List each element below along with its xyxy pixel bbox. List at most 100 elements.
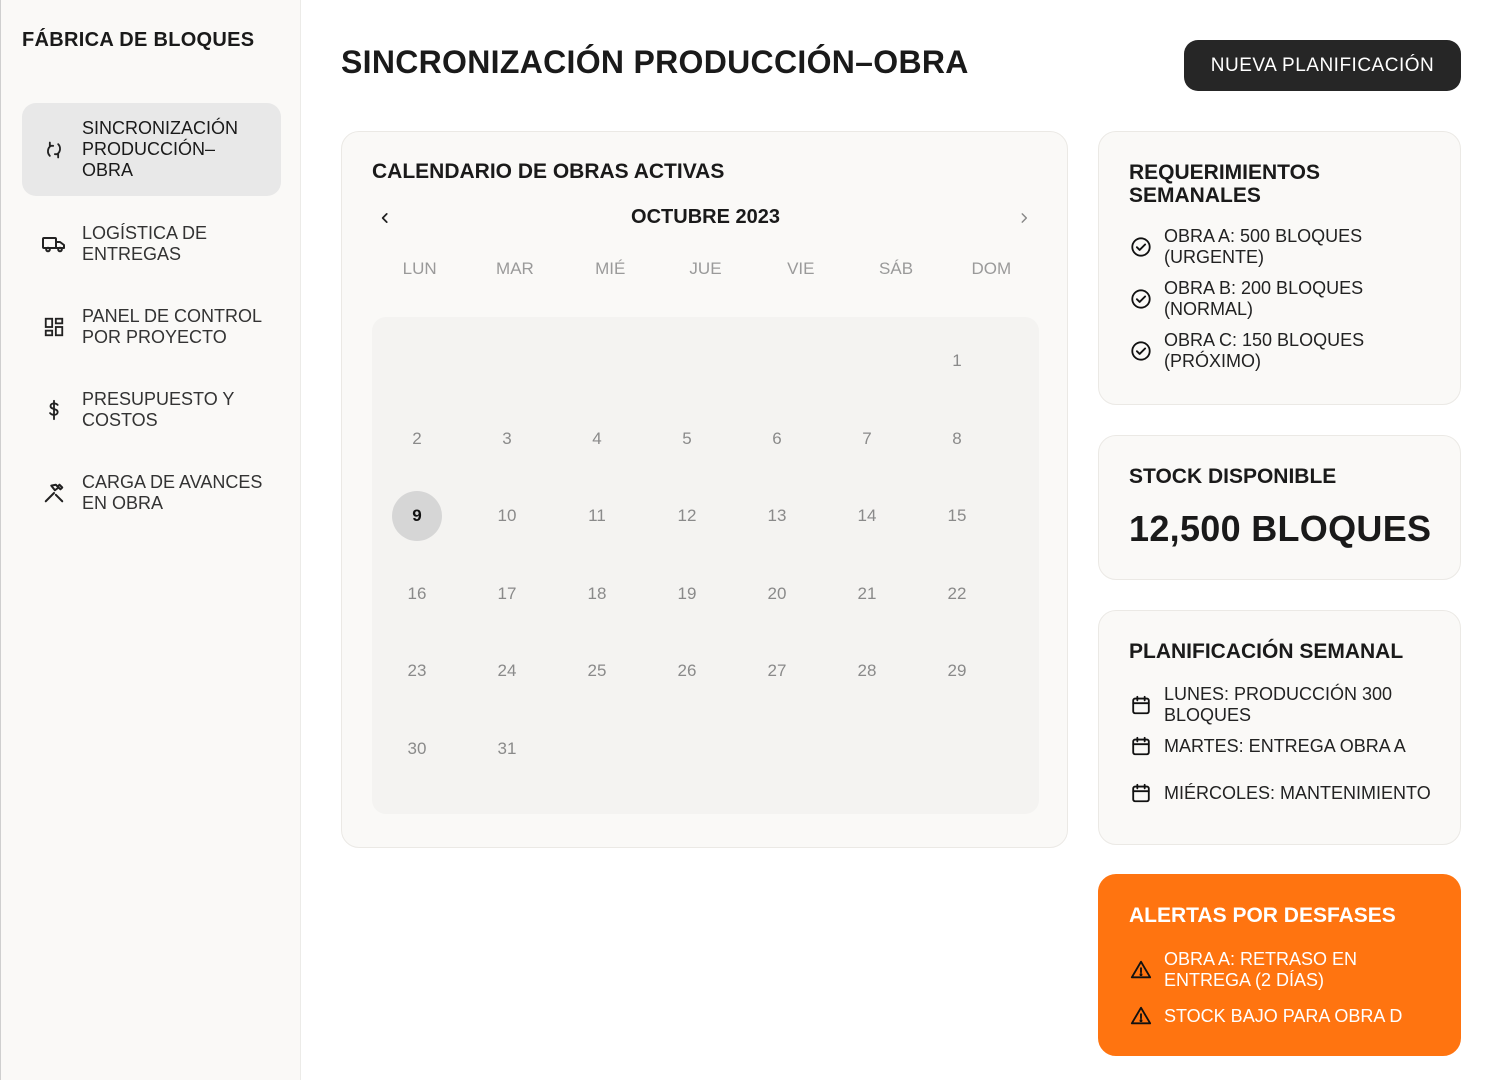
stock-title: STOCK DISPONIBLE	[1129, 465, 1337, 488]
requirements-card: REQUERIMIENTOS SEMANALES OBRA A: 500 BLO…	[1098, 131, 1461, 405]
page-title: SINCRONIZACIÓN PRODUCCIÓN–OBRA	[341, 44, 969, 80]
alert-text: STOCK BAJO PARA OBRA D	[1164, 1005, 1403, 1026]
weekday-label: DOM	[971, 259, 1012, 278]
calendar-day[interactable]: 20	[752, 569, 802, 619]
calendar-day[interactable]: 12	[662, 491, 712, 541]
calendar-day[interactable]: 5	[662, 414, 712, 464]
calendar-icon	[1129, 693, 1153, 717]
calendar-day[interactable]: 21	[842, 569, 892, 619]
requirement-text: OBRA B: 200 BLOQUES (NORMAL)	[1164, 278, 1364, 319]
calendar-day[interactable]: 1	[932, 336, 982, 386]
calendar-day[interactable]: 18	[572, 569, 622, 619]
chevron-right-icon	[1021, 213, 1028, 223]
calendar-day[interactable]: 29	[932, 646, 982, 696]
calendar-day[interactable]: 26	[662, 646, 712, 696]
planning-title: PLANIFICACIÓN SEMANAL	[1129, 640, 1404, 663]
calendar-day[interactable]: 31	[482, 724, 532, 774]
warning-icon	[1129, 1004, 1153, 1028]
requirements-title: REQUERIMIENTOS SEMANALES	[1129, 161, 1320, 207]
calendar-icon	[1129, 734, 1153, 758]
sidebar: FÁBRICA DE BLOQUES SINCRONIZACIÓN PRODUC…	[0, 0, 301, 1080]
sync-icon	[42, 138, 66, 162]
calendar-day[interactable]: 2	[392, 414, 442, 464]
check-circle-icon	[1129, 235, 1153, 259]
alert-text: OBRA A: RETRASO EN ENTREGA (2 DÍAS)	[1164, 949, 1358, 990]
planning-text: LUNES: PRODUCCIÓN 300 BLOQUES	[1164, 684, 1393, 725]
list-item: MARTES: ENTREGA OBRA A	[1129, 731, 1439, 761]
dollar-icon	[42, 398, 66, 422]
list-item: MIÉRCOLES: MANTENIMIENTO	[1129, 771, 1439, 815]
new-planning-button[interactable]: NUEVA PLANIFICACIÓN	[1184, 40, 1461, 91]
sidebar-item-label: PRESUPUESTO Y COSTOS	[82, 389, 235, 430]
weekday-header: LUN MAR MIÉ JUE VIE SÁB DOM	[372, 259, 1039, 279]
sidebar-item-label: PANEL DE CONTROL POR PROYECTO	[82, 306, 262, 347]
list-item: OBRA C: 150 BLOQUES (PRÓXIMO)	[1129, 330, 1439, 372]
weekday-label: VIE	[787, 259, 815, 278]
calendar-day[interactable]: 16	[392, 569, 442, 619]
calendar-day[interactable]: 25	[572, 646, 622, 696]
truck-icon	[42, 232, 66, 256]
month-label: OCTUBRE 2023	[631, 206, 780, 228]
sidebar-item-logistica[interactable]: LOGÍSTICA DE ENTREGAS	[22, 209, 281, 279]
calendar-title: CALENDARIO DE OBRAS ACTIVAS	[372, 160, 725, 183]
calendar-day[interactable]: 23	[392, 646, 442, 696]
planning-list: LUNES: PRODUCCIÓN 300 BLOQUES MARTES: EN…	[1129, 683, 1439, 815]
calendar-days-grid: 1 2 3 4 5 6 7 8 9 10 11 12 13 14 15 16 17 18 19 20 21 22 23 24 2…	[372, 317, 1039, 814]
calendar-day[interactable]: 6	[752, 414, 802, 464]
check-circle-icon	[1129, 339, 1153, 363]
calendar-day[interactable]: 14	[842, 491, 892, 541]
sidebar-item-label: SINCRONIZACIÓN PRODUCCIÓN–OBRA	[82, 118, 239, 180]
calendar-day[interactable]: 30	[392, 724, 442, 774]
calendar-day[interactable]: 28	[842, 646, 892, 696]
sidebar-item-presupuesto[interactable]: PRESUPUESTO Y COSTOS	[22, 375, 281, 445]
calendar-day[interactable]: 3	[482, 414, 532, 464]
calendar-day[interactable]: 11	[572, 491, 622, 541]
sidebar-item-carga[interactable]: CARGA DE AVANCES EN OBRA	[22, 458, 281, 528]
alerts-card: ALERTAS POR DESFASES OBRA A: RETRASO EN …	[1098, 874, 1461, 1056]
calendar-day[interactable]: 4	[572, 414, 622, 464]
stock-card: STOCK DISPONIBLE 12,500 BLOQUES	[1098, 435, 1461, 580]
calendar-day[interactable]: 15	[932, 491, 982, 541]
list-item: OBRA A: 500 BLOQUES (URGENTE)	[1129, 226, 1439, 268]
weekday-label: MAR	[496, 259, 534, 278]
calendar-day[interactable]: 27	[752, 646, 802, 696]
calendar-day[interactable]: 19	[662, 569, 712, 619]
calendar-day[interactable]: 13	[752, 491, 802, 541]
planning-text: MARTES: ENTREGA OBRA A	[1164, 735, 1406, 756]
calendar-card: CALENDARIO DE OBRAS ACTIVAS OCTUBRE 2023…	[341, 131, 1068, 848]
list-item: LUNES: PRODUCCIÓN 300 BLOQUES	[1129, 683, 1439, 727]
tools-icon	[42, 481, 66, 505]
requirements-list: OBRA A: 500 BLOQUES (URGENTE) OBRA B: 20…	[1129, 226, 1439, 372]
weekday-label: JUE	[689, 259, 722, 278]
calendar-day[interactable]: 24	[482, 646, 532, 696]
weekday-label: SÁB	[879, 259, 914, 278]
alerts-title: ALERTAS POR DESFASES	[1129, 904, 1396, 927]
sidebar-item-sincronizacion[interactable]: SINCRONIZACIÓN PRODUCCIÓN–OBRA	[22, 103, 281, 196]
weekday-label: MIÉ	[595, 259, 626, 278]
next-month-button[interactable]	[1012, 206, 1036, 230]
list-item: STOCK BAJO PARA OBRA D	[1129, 1001, 1439, 1031]
calendar-day[interactable]: 22	[932, 569, 982, 619]
alerts-list: OBRA A: RETRASO EN ENTREGA (2 DÍAS) STOC…	[1129, 949, 1439, 1031]
list-item: OBRA A: RETRASO EN ENTREGA (2 DÍAS)	[1129, 949, 1439, 991]
sidebar-nav: SINCRONIZACIÓN PRODUCCIÓN–OBRA LOGÍSTICA…	[22, 103, 281, 541]
calendar-icon	[1129, 781, 1153, 805]
requirement-text: OBRA C: 150 BLOQUES (PRÓXIMO)	[1164, 330, 1365, 371]
list-item: OBRA B: 200 BLOQUES (NORMAL)	[1129, 278, 1439, 320]
warning-icon	[1129, 958, 1153, 982]
sidebar-item-label: CARGA DE AVANCES EN OBRA	[82, 472, 263, 513]
calendar-day[interactable]: 10	[482, 491, 532, 541]
calendar-day[interactable]: 17	[482, 569, 532, 619]
brand-title: FÁBRICA DE BLOQUES	[22, 29, 255, 51]
stock-value: 12,500 BLOQUES	[1129, 508, 1432, 549]
calendar-day-selected[interactable]: 9	[392, 491, 442, 541]
planning-text: MIÉRCOLES: MANTENIMIENTO	[1164, 782, 1431, 803]
dashboard-icon	[42, 315, 66, 339]
calendar-day[interactable]: 8	[932, 414, 982, 464]
weekly-planning-card: PLANIFICACIÓN SEMANAL LUNES: PRODUCCIÓN …	[1098, 610, 1461, 845]
sidebar-item-panel[interactable]: PANEL DE CONTROL POR PROYECTO	[22, 292, 281, 362]
calendar-day[interactable]: 7	[842, 414, 892, 464]
requirement-text: OBRA A: 500 BLOQUES (URGENTE)	[1164, 226, 1363, 267]
check-circle-icon	[1129, 287, 1153, 311]
weekday-label: LUN	[402, 259, 437, 278]
